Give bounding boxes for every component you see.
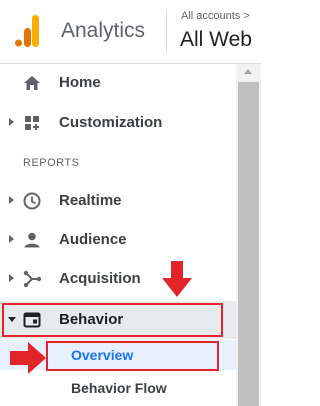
sidebar-item-label: Realtime bbox=[59, 192, 122, 209]
sidebar-item-label: Home bbox=[59, 74, 101, 91]
acquisition-icon bbox=[23, 270, 42, 288]
right-arrow-annotation-icon bbox=[10, 342, 46, 374]
person-icon bbox=[24, 232, 40, 248]
sidebar-subitem-label: Behavior Flow bbox=[71, 380, 167, 396]
app-title: Analytics bbox=[61, 19, 146, 42]
sidebar-item-label: Customization bbox=[59, 114, 163, 131]
analytics-logo-icon[interactable] bbox=[15, 15, 39, 47]
sidebar-item-realtime[interactable]: Realtime bbox=[0, 182, 236, 220]
property-selector[interactable]: All Web bbox=[180, 28, 252, 52]
sidebar-subitem-behavior-flow[interactable]: Behavior Flow bbox=[0, 373, 236, 403]
overview-highlight-box bbox=[46, 341, 219, 371]
expand-caret-icon[interactable] bbox=[9, 118, 14, 126]
sidebar-item-home[interactable]: Home bbox=[0, 64, 236, 102]
sidebar-item-acquisition[interactable]: Acquisition bbox=[0, 260, 236, 298]
reports-section-heading: REPORTS bbox=[23, 157, 80, 169]
scroll-up-arrow-icon[interactable] bbox=[244, 69, 252, 74]
expand-caret-icon[interactable] bbox=[9, 196, 14, 204]
sidebar-item-label: Acquisition bbox=[59, 270, 141, 287]
sidebar-item-audience[interactable]: Audience bbox=[0, 221, 236, 259]
app-header: Analytics All accounts > All Web bbox=[0, 0, 261, 64]
header-divider bbox=[166, 10, 167, 52]
expand-caret-icon[interactable] bbox=[9, 235, 14, 243]
scrollbar-thumb[interactable] bbox=[238, 82, 259, 406]
customization-icon bbox=[25, 116, 39, 130]
expand-caret-icon[interactable] bbox=[9, 274, 14, 282]
account-breadcrumb[interactable]: All accounts > bbox=[181, 10, 250, 22]
behavior-highlight-box bbox=[2, 303, 223, 337]
home-icon bbox=[24, 76, 40, 90]
sidebar-item-customization[interactable]: Customization bbox=[0, 104, 236, 142]
clock-icon bbox=[23, 192, 41, 210]
down-arrow-annotation-icon bbox=[162, 261, 192, 297]
sidebar-item-label: Audience bbox=[59, 231, 127, 248]
sidebar-scrollbar[interactable] bbox=[236, 64, 261, 406]
